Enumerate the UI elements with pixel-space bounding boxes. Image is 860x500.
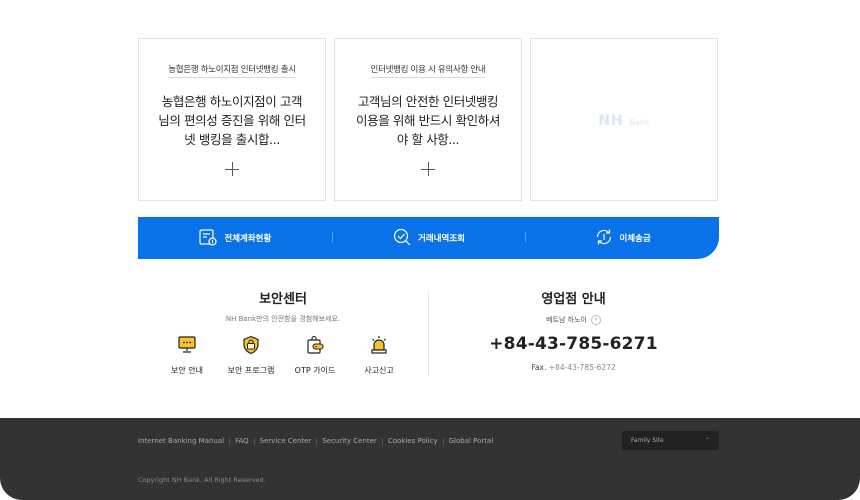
quick-account-status[interactable]: 전체계좌현황 <box>138 227 332 250</box>
security-item-label: 사고신고 <box>364 366 394 375</box>
quick-label: 이체송금 <box>619 234 651 244</box>
incident-report-button[interactable]: 사고신고 <box>347 334 411 376</box>
quick-label: 전체계좌현황 <box>224 234 272 244</box>
security-guide-button[interactable]: 보안 안내 <box>155 334 219 376</box>
notice-card[interactable]: 농협은행 하노이지점 인터넷뱅킹 출시 농협은행 하노이지점이 고객님의 편의성… <box>138 38 326 201</box>
monitor-icon <box>176 334 198 358</box>
quick-menu-bar: 전체계좌현황 거래내역조회 이체송금 <box>138 217 719 259</box>
footer-link-manual[interactable]: Internet Banking Manual <box>138 437 224 445</box>
family-site-label: Family Site <box>631 437 664 444</box>
otp-guide-button[interactable]: OTP 가이드 <box>283 334 347 376</box>
link-separator <box>229 437 231 445</box>
fax-label: Fax. <box>531 363 547 372</box>
quick-transfer[interactable]: 이체송금 <box>525 227 719 250</box>
chevron-up-icon: ⌃ <box>704 437 710 444</box>
footer: Internet Banking Manual FAQ Service Cent… <box>0 418 860 500</box>
branch-fax: Fax. +84-43-785-6272 <box>428 363 719 372</box>
link-separator <box>253 437 255 445</box>
branch-name: 베트남 하노이 <box>546 316 587 324</box>
security-item-label: OTP 가이드 <box>294 366 336 375</box>
plus-icon[interactable] <box>225 162 239 176</box>
card-tag: 인터넷뱅킹 이용 시 유의사항 안내 <box>370 63 486 78</box>
search-check-icon <box>392 227 412 250</box>
chevron-right-icon: › <box>590 315 601 325</box>
link-separator <box>316 437 318 445</box>
otp-icon <box>304 334 326 358</box>
security-program-button[interactable]: 보안 프로그램 <box>219 334 283 376</box>
footer-links: Internet Banking Manual FAQ Service Cent… <box>138 437 493 445</box>
family-site-select[interactable]: Family Site ⌃ <box>622 431 719 450</box>
section-title: 보안센터 <box>259 292 307 307</box>
plus-icon[interactable] <box>421 162 435 176</box>
quick-label: 거래내역조회 <box>418 234 465 244</box>
fax-number: +84-43-785-6272 <box>548 363 616 372</box>
branch-link[interactable]: 베트남 하노이 › <box>546 315 601 325</box>
card-body: 농협은행 하노이지점이 고객님의 편의성 증진을 위해 인터넷 뱅킹을 출시합.… <box>158 94 306 147</box>
transfer-icon <box>594 227 614 250</box>
branch-info: 영업점 안내 베트남 하노이 › +84-43-785-6271 Fax. +8… <box>428 288 719 380</box>
notice-card[interactable]: 인터넷뱅킹 이용 시 유의사항 안내 고객님의 안전한 인터넷뱅킹 이용을 위해… <box>334 38 522 201</box>
section-subtitle: NH Bank만의 안전함을 경험해보세요. <box>225 315 341 323</box>
account-icon <box>198 227 218 250</box>
footer-link-security-center[interactable]: Security Center <box>322 437 377 445</box>
section-title: 영업점 안내 <box>541 292 606 307</box>
card-body: 고객님의 안전한 인터넷뱅킹 이용을 위해 반드시 확인하셔야 할 사항... <box>356 94 500 147</box>
footer-link-global-portal[interactable]: Global Portal <box>449 437 494 445</box>
security-center: 보안센터 NH Bank만의 안전함을 경험해보세요. 보안 안내 보안 프로그… <box>138 288 428 380</box>
card-tag: 농협은행 하노이지점 인터넷뱅킹 출시 <box>168 63 296 78</box>
page: 농협은행 하노이지점 인터넷뱅킹 출시 농협은행 하노이지점이 고객님의 편의성… <box>0 0 860 500</box>
notice-cards: 농협은행 하노이지점 인터넷뱅킹 출시 농협은행 하노이지점이 고객님의 편의성… <box>138 38 719 201</box>
copyright: Copyright NH Bank. All Right Reserved. <box>138 476 266 484</box>
security-item-label: 보안 프로그램 <box>227 366 275 375</box>
footer-link-faq[interactable]: FAQ <box>235 437 249 445</box>
security-menu: 보안 안내 보안 프로그램 OTP 가이드 사고신고 <box>138 334 428 376</box>
siren-icon <box>368 334 390 358</box>
link-separator <box>381 437 383 445</box>
lock-icon <box>240 334 262 358</box>
footer-link-cookies[interactable]: Cookies Policy <box>388 437 438 445</box>
placeholder-card: NH Bank <box>530 38 718 201</box>
footer-link-service-center[interactable]: Service Center <box>260 437 312 445</box>
branch-phone: +84-43-785-6271 <box>489 334 658 354</box>
link-separator <box>442 437 444 445</box>
nh-bank-logo: NH Bank <box>598 113 650 129</box>
security-item-label: 보안 안내 <box>171 366 203 375</box>
quick-transaction-history[interactable]: 거래내역조회 <box>331 227 526 250</box>
